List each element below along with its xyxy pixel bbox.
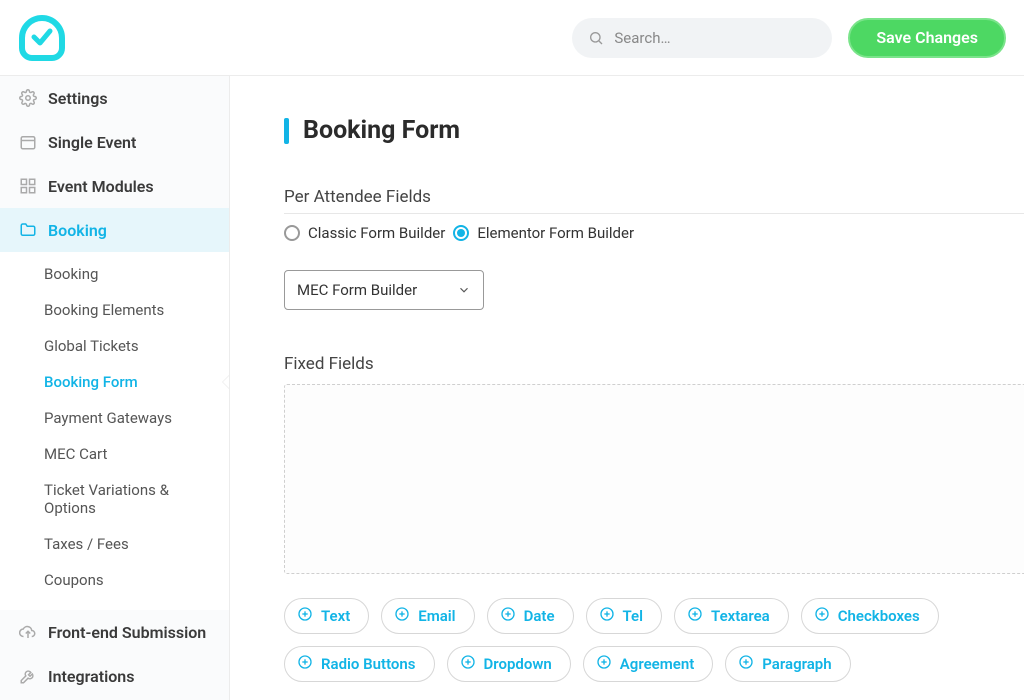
subnav-item-taxes-fees[interactable]: Taxes / Fees — [0, 526, 229, 562]
per-attendee-fields-label: Per Attendee Fields — [284, 187, 1024, 214]
add-field-dropdown[interactable]: Dropdown — [447, 646, 571, 682]
plus-circle-icon — [687, 606, 703, 626]
sidebar-item-label: Event Modules — [48, 177, 154, 196]
chip-label: Tel — [623, 607, 644, 625]
subnav-item-coupons[interactable]: Coupons — [0, 562, 229, 598]
sidebar-item-integrations[interactable]: Integrations — [0, 654, 229, 698]
wrench-icon — [18, 666, 38, 686]
plus-circle-icon — [814, 606, 830, 626]
chip-label: Date — [524, 607, 555, 625]
sidebar-item-event-modules[interactable]: Event Modules — [0, 164, 229, 208]
subnav-item-booking[interactable]: Booking — [0, 256, 229, 292]
chip-label: Radio Buttons — [321, 655, 416, 673]
sidebar-item-label: Single Event — [48, 133, 136, 152]
layout: Settings Single Event Event Modules Book… — [0, 76, 1024, 700]
subnav-item-global-tickets[interactable]: Global Tickets — [0, 328, 229, 364]
chip-label: Agreement — [620, 655, 694, 673]
add-field-checkboxes[interactable]: Checkboxes — [801, 598, 939, 634]
sidebar-item-settings[interactable]: Settings — [0, 76, 229, 120]
add-field-radio-buttons[interactable]: Radio Buttons — [284, 646, 435, 682]
add-field-date[interactable]: Date — [487, 598, 574, 634]
gear-icon — [18, 88, 38, 108]
sidebar-item-frontend-submission[interactable]: Front-end Submission — [0, 610, 229, 654]
form-builder-radio-group: Classic Form Builder Elementor Form Buil… — [284, 224, 1024, 242]
radio-dot — [453, 225, 469, 241]
select-value: MEC Form Builder — [297, 281, 457, 299]
plus-circle-icon — [738, 654, 754, 674]
search-container[interactable] — [572, 18, 832, 58]
upload-cloud-icon — [18, 622, 38, 642]
sidebar-item-label: Front-end Submission — [48, 623, 206, 642]
field-type-chips: Text Email Date Tel Textarea Checkboxes Radio … — [284, 598, 1024, 682]
subnav-item-payment-gateways[interactable]: Payment Gateways — [0, 400, 229, 436]
radio-elementor-form-builder[interactable]: Elementor Form Builder — [453, 224, 634, 242]
plus-circle-icon — [394, 606, 410, 626]
radio-classic-form-builder[interactable]: Classic Form Builder — [284, 224, 445, 242]
subnav-item-booking-form[interactable]: Booking Form — [0, 364, 229, 400]
subnav-item-mec-cart[interactable]: MEC Cart — [0, 436, 229, 472]
chip-label: Checkboxes — [838, 607, 920, 625]
plus-circle-icon — [500, 606, 516, 626]
plus-circle-icon — [596, 654, 612, 674]
sidebar: Settings Single Event Event Modules Book… — [0, 76, 230, 700]
save-changes-button[interactable]: Save Changes — [848, 18, 1006, 58]
sidebar-item-booking[interactable]: Booking — [0, 208, 229, 252]
chevron-down-icon — [457, 283, 471, 297]
search-input[interactable] — [614, 29, 816, 47]
add-field-paragraph[interactable]: Paragraph — [725, 646, 850, 682]
add-field-agreement[interactable]: Agreement — [583, 646, 713, 682]
sidebar-item-single-event[interactable]: Single Event — [0, 120, 229, 164]
plus-circle-icon — [297, 606, 313, 626]
fixed-fields-label: Fixed Fields — [284, 354, 1024, 374]
add-field-email[interactable]: Email — [381, 598, 474, 634]
modules-icon — [18, 176, 38, 196]
add-field-textarea[interactable]: Textarea — [674, 598, 789, 634]
main-content: Booking Form Per Attendee Fields Classic… — [230, 76, 1024, 700]
radio-label: Classic Form Builder — [308, 224, 445, 242]
sidebar-item-label: Integrations — [48, 667, 134, 686]
fixed-fields-section: Fixed Fields Text Email Date Tel Textarea Che… — [284, 354, 1024, 682]
chip-label: Email — [418, 607, 455, 625]
chip-label: Text — [321, 607, 350, 625]
topbar: Save Changes — [0, 0, 1024, 76]
calendar-icon — [18, 132, 38, 152]
form-builder-select[interactable]: MEC Form Builder — [284, 270, 484, 310]
chip-label: Textarea — [711, 607, 770, 625]
sidebar-item-label: Settings — [48, 89, 108, 108]
folder-icon — [18, 220, 38, 240]
logo — [18, 14, 66, 62]
radio-dot — [284, 225, 300, 241]
radio-label: Elementor Form Builder — [477, 224, 634, 242]
fixed-fields-dropzone[interactable] — [284, 384, 1024, 574]
sidebar-item-label: Booking — [48, 221, 107, 240]
chip-label: Dropdown — [484, 655, 552, 673]
page-title: Booking Form — [284, 116, 1024, 145]
plus-circle-icon — [297, 654, 313, 674]
add-field-tel[interactable]: Tel — [586, 598, 663, 634]
add-field-text[interactable]: Text — [284, 598, 369, 634]
subnav-item-booking-elements[interactable]: Booking Elements — [0, 292, 229, 328]
booking-subnav: Booking Booking Elements Global Tickets … — [0, 252, 229, 610]
plus-circle-icon — [460, 654, 476, 674]
chip-label: Paragraph — [762, 655, 831, 673]
subnav-item-ticket-variations[interactable]: Ticket Variations & Options — [0, 472, 229, 526]
search-icon — [588, 30, 604, 46]
topbar-right: Save Changes — [572, 18, 1006, 58]
plus-circle-icon — [599, 606, 615, 626]
